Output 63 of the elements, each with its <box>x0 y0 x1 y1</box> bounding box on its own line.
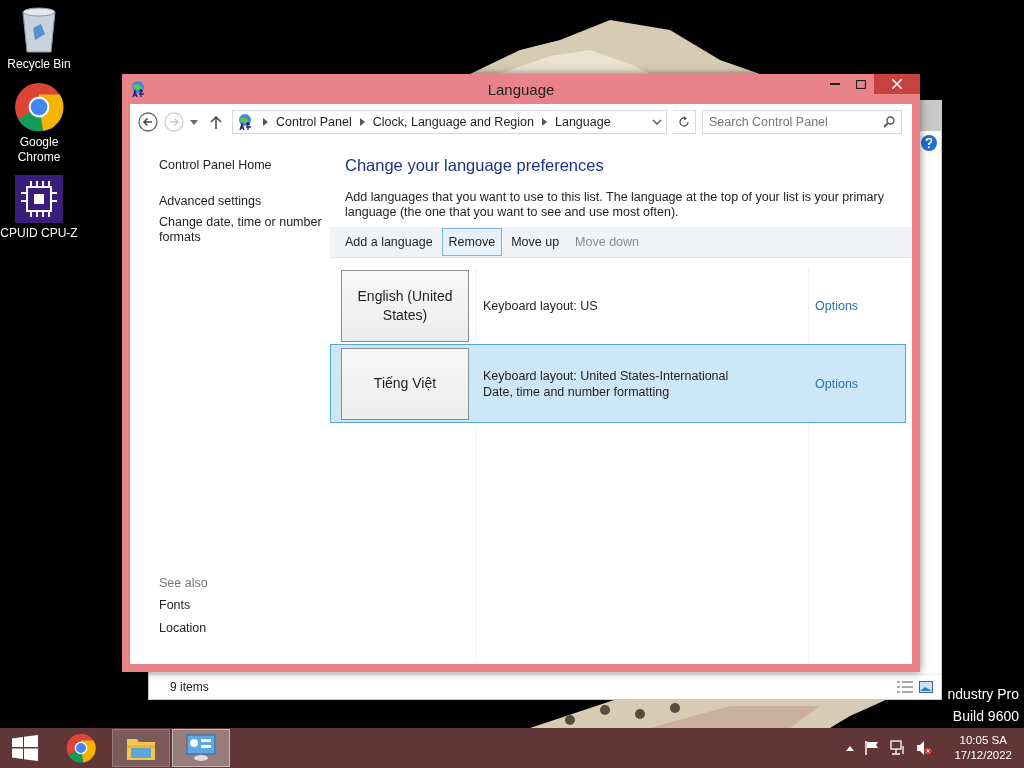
network-icon[interactable] <box>890 740 907 756</box>
taskbar-app[interactable] <box>172 729 230 767</box>
sidebar-link[interactable]: Control Panel Home <box>159 158 330 173</box>
taskbar-app[interactable] <box>112 729 170 767</box>
help-icon <box>921 135 937 151</box>
chrome-icon <box>66 733 96 763</box>
language-detail: Keyboard layout: United States-International <box>483 367 730 384</box>
maximize-icon <box>856 79 866 89</box>
cpu-icon <box>15 175 63 223</box>
language-row[interactable]: English (United States) Keyboard layout: US Options <box>330 267 906 344</box>
page-heading: Change your language preferences <box>345 156 605 175</box>
language-tile[interactable]: English (United States) <box>341 269 469 342</box>
search-field[interactable]: Search Control Panel <box>702 110 902 134</box>
address-bar[interactable]: Control Panel Clock, Language and Region Language <box>232 110 668 134</box>
clock-date: 17/12/2022 <box>954 748 1012 763</box>
options-link[interactable]: Options <box>815 298 905 313</box>
window-title: Language <box>487 80 555 98</box>
sidebar-link[interactable]: Advanced settings <box>159 194 330 209</box>
chrome-icon <box>14 82 64 132</box>
breadcrumb-item[interactable]: Language <box>555 115 611 129</box>
windows-logo-icon <box>12 735 38 761</box>
desktop-icon-label[interactable]: Recycle Bin <box>7 57 71 72</box>
toolbar-button[interactable]: Add a language <box>338 228 440 256</box>
sidebar-link[interactable]: Change date, time or number formats <box>159 215 330 245</box>
toolbar-button[interactable]: Move up <box>504 228 567 256</box>
close-button[interactable] <box>874 74 920 94</box>
language-row[interactable]: Tiếng Việt Keyboard layout: United States-International Date, time and number formatting Options <box>330 344 906 423</box>
close-icon <box>892 79 902 89</box>
see-also-link[interactable]: Fonts <box>159 598 330 613</box>
see-also-link[interactable]: Location <box>159 621 330 636</box>
breadcrumb-item[interactable]: Clock, Language and Region <box>372 115 534 129</box>
language-detail: Keyboard layout: US <box>483 297 599 314</box>
desktop-icon-label[interactable]: CPUID CPU-Z <box>0 226 78 241</box>
desktop-icon-label[interactable]: Google Chrome <box>0 135 78 165</box>
options-link[interactable]: Options <box>815 376 905 391</box>
language-tile[interactable]: Tiếng Việt <box>341 347 469 420</box>
recent-dropdown[interactable] <box>190 119 198 125</box>
recycle-bin-icon <box>19 6 59 54</box>
flag-icon[interactable] <box>864 740 881 756</box>
breadcrumb-item[interactable]: Control Panel <box>276 115 352 129</box>
toolbar-button[interactable]: Remove <box>441 228 503 256</box>
language-detail: Date, time and number formatting <box>483 383 671 400</box>
chevron-icon <box>263 118 268 126</box>
dropdown-icon[interactable] <box>652 119 663 125</box>
status-text: 9 items <box>170 680 210 694</box>
caret-icon[interactable] <box>846 745 855 751</box>
up-button[interactable] <box>210 115 222 129</box>
desktop-text: ndustry Pro <box>947 685 1019 704</box>
minimize-icon <box>830 83 840 85</box>
chevron-icon <box>359 118 365 126</box>
refresh-icon <box>678 116 691 128</box>
clock-time: 10:05 SA <box>959 733 1007 748</box>
see-also-heading: See also <box>159 576 209 590</box>
desktop-text: Build 9600 <box>952 707 1019 726</box>
chevron-icon <box>542 118 547 126</box>
description-text: Add languages that you want to use to this list. The language at the top of your list is your primary language (the one that you want to see and use most often). <box>345 190 885 220</box>
image-view-icon[interactable] <box>919 681 933 693</box>
muted-speaker-icon[interactable] <box>916 740 933 756</box>
search-icon[interactable] <box>883 116 895 128</box>
clock[interactable]: 10:05 SA 17/12/2022 <box>954 733 1012 763</box>
control-panel-icon <box>186 734 216 762</box>
refresh-button[interactable] <box>673 110 696 134</box>
back-button[interactable] <box>138 112 158 132</box>
